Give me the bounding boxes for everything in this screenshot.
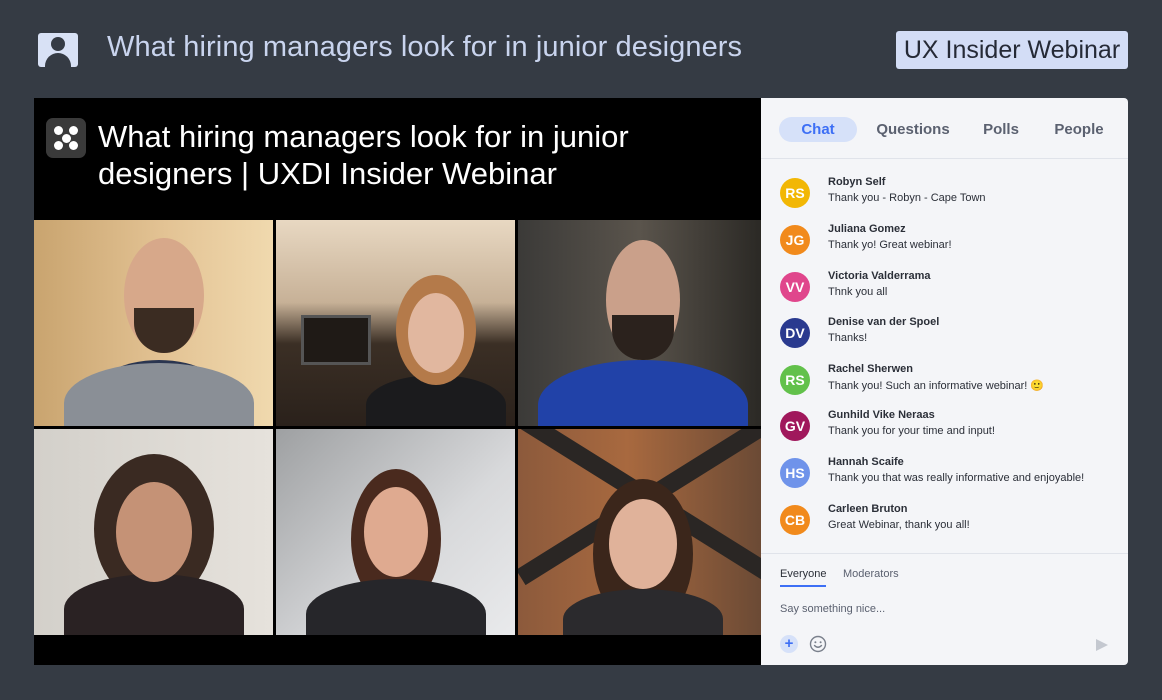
user-profile-icon [38,33,78,67]
side-panel: Chat Questions Polls People RS Robyn Sel… [761,98,1128,665]
participant-video-tile[interactable] [34,429,273,635]
participant-video-tile[interactable] [34,220,273,426]
tab-polls[interactable]: Polls [975,117,1027,142]
compose-tab-everyone[interactable]: Everyone [780,568,827,587]
plus-icon[interactable]: + [780,635,798,653]
message-text: Thanks! [828,332,868,344]
participant-video-tile[interactable] [518,220,761,426]
chat-message: VV Victoria Valderrama Thnk you all [780,270,1120,316]
chat-message: HS Hannah Scaife Thank you that was real… [780,456,1120,502]
tab-chat[interactable]: Chat [779,117,857,142]
avatar: RS [780,178,810,208]
message-author: Hannah Scaife [828,456,904,468]
participant-video-tile[interactable] [276,220,515,426]
message-author: Juliana Gomez [828,223,906,235]
dots-logo-icon [46,118,86,158]
chat-message: JG Juliana Gomez Thank yo! Great webinar… [780,223,1120,269]
page-title: What hiring managers look for in junior … [107,31,743,63]
participant-video-tile[interactable] [518,429,761,635]
avatar: GV [780,411,810,441]
message-text: Thank you - Robyn - Cape Town [828,192,986,204]
tab-people[interactable]: People [1049,117,1109,142]
participant-video-tile[interactable] [276,429,515,635]
chat-message: CB Carleen Bruton Great Webinar, thank y… [780,503,1120,549]
chat-message-list[interactable]: RS Robyn Self Thank you - Robyn - Cape T… [761,160,1128,552]
avatar: RS [780,365,810,395]
avatar: JG [780,225,810,255]
panel-tabs: Chat Questions Polls People [761,98,1128,159]
chat-compose: Everyone Moderators Say something nice..… [761,553,1128,665]
avatar: VV [780,272,810,302]
message-text: Thank you! Such an informative webinar! … [828,380,1045,392]
avatar: HS [780,458,810,488]
send-icon[interactable] [1095,638,1109,652]
smiley-icon[interactable] [809,635,827,653]
message-text: Thank yo! Great webinar! [828,239,952,251]
message-author: Gunhild Vike Neraas [828,409,935,421]
webinar-badge: UX Insider Webinar [896,31,1128,69]
message-author: Victoria Valderrama [828,270,931,282]
avatar: CB [780,505,810,535]
message-text: Thnk you all [828,286,888,298]
video-stage[interactable]: What hiring managers look for in junior … [34,98,761,665]
message-text: Great Webinar, thank you all! [828,519,970,531]
compose-tab-moderators[interactable]: Moderators [843,568,899,580]
chat-message: RS Robyn Self Thank you - Robyn - Cape T… [780,176,1120,222]
tab-questions[interactable]: Questions [871,117,955,142]
chat-message: GV Gunhild Vike Neraas Thank you for you… [780,409,1120,455]
chat-message: RS Rachel Sherwen Thank you! Such an inf… [780,363,1120,409]
message-author: Rachel Sherwen [828,363,913,375]
chat-message: DV Denise van der Spoel Thanks! [780,316,1120,362]
video-title: What hiring managers look for in junior … [98,119,629,191]
chat-input[interactable]: Say something nice... [780,603,885,615]
message-author: Carleen Bruton [828,503,908,515]
message-author: Robyn Self [828,176,886,188]
top-bar: What hiring managers look for in junior … [0,0,1162,98]
message-text: Thank you for your time and input! [828,425,995,437]
message-author: Denise van der Spoel [828,316,940,328]
avatar: DV [780,318,810,348]
participant-grid [34,220,761,635]
message-text: Thank you that was really informative an… [828,472,1085,484]
